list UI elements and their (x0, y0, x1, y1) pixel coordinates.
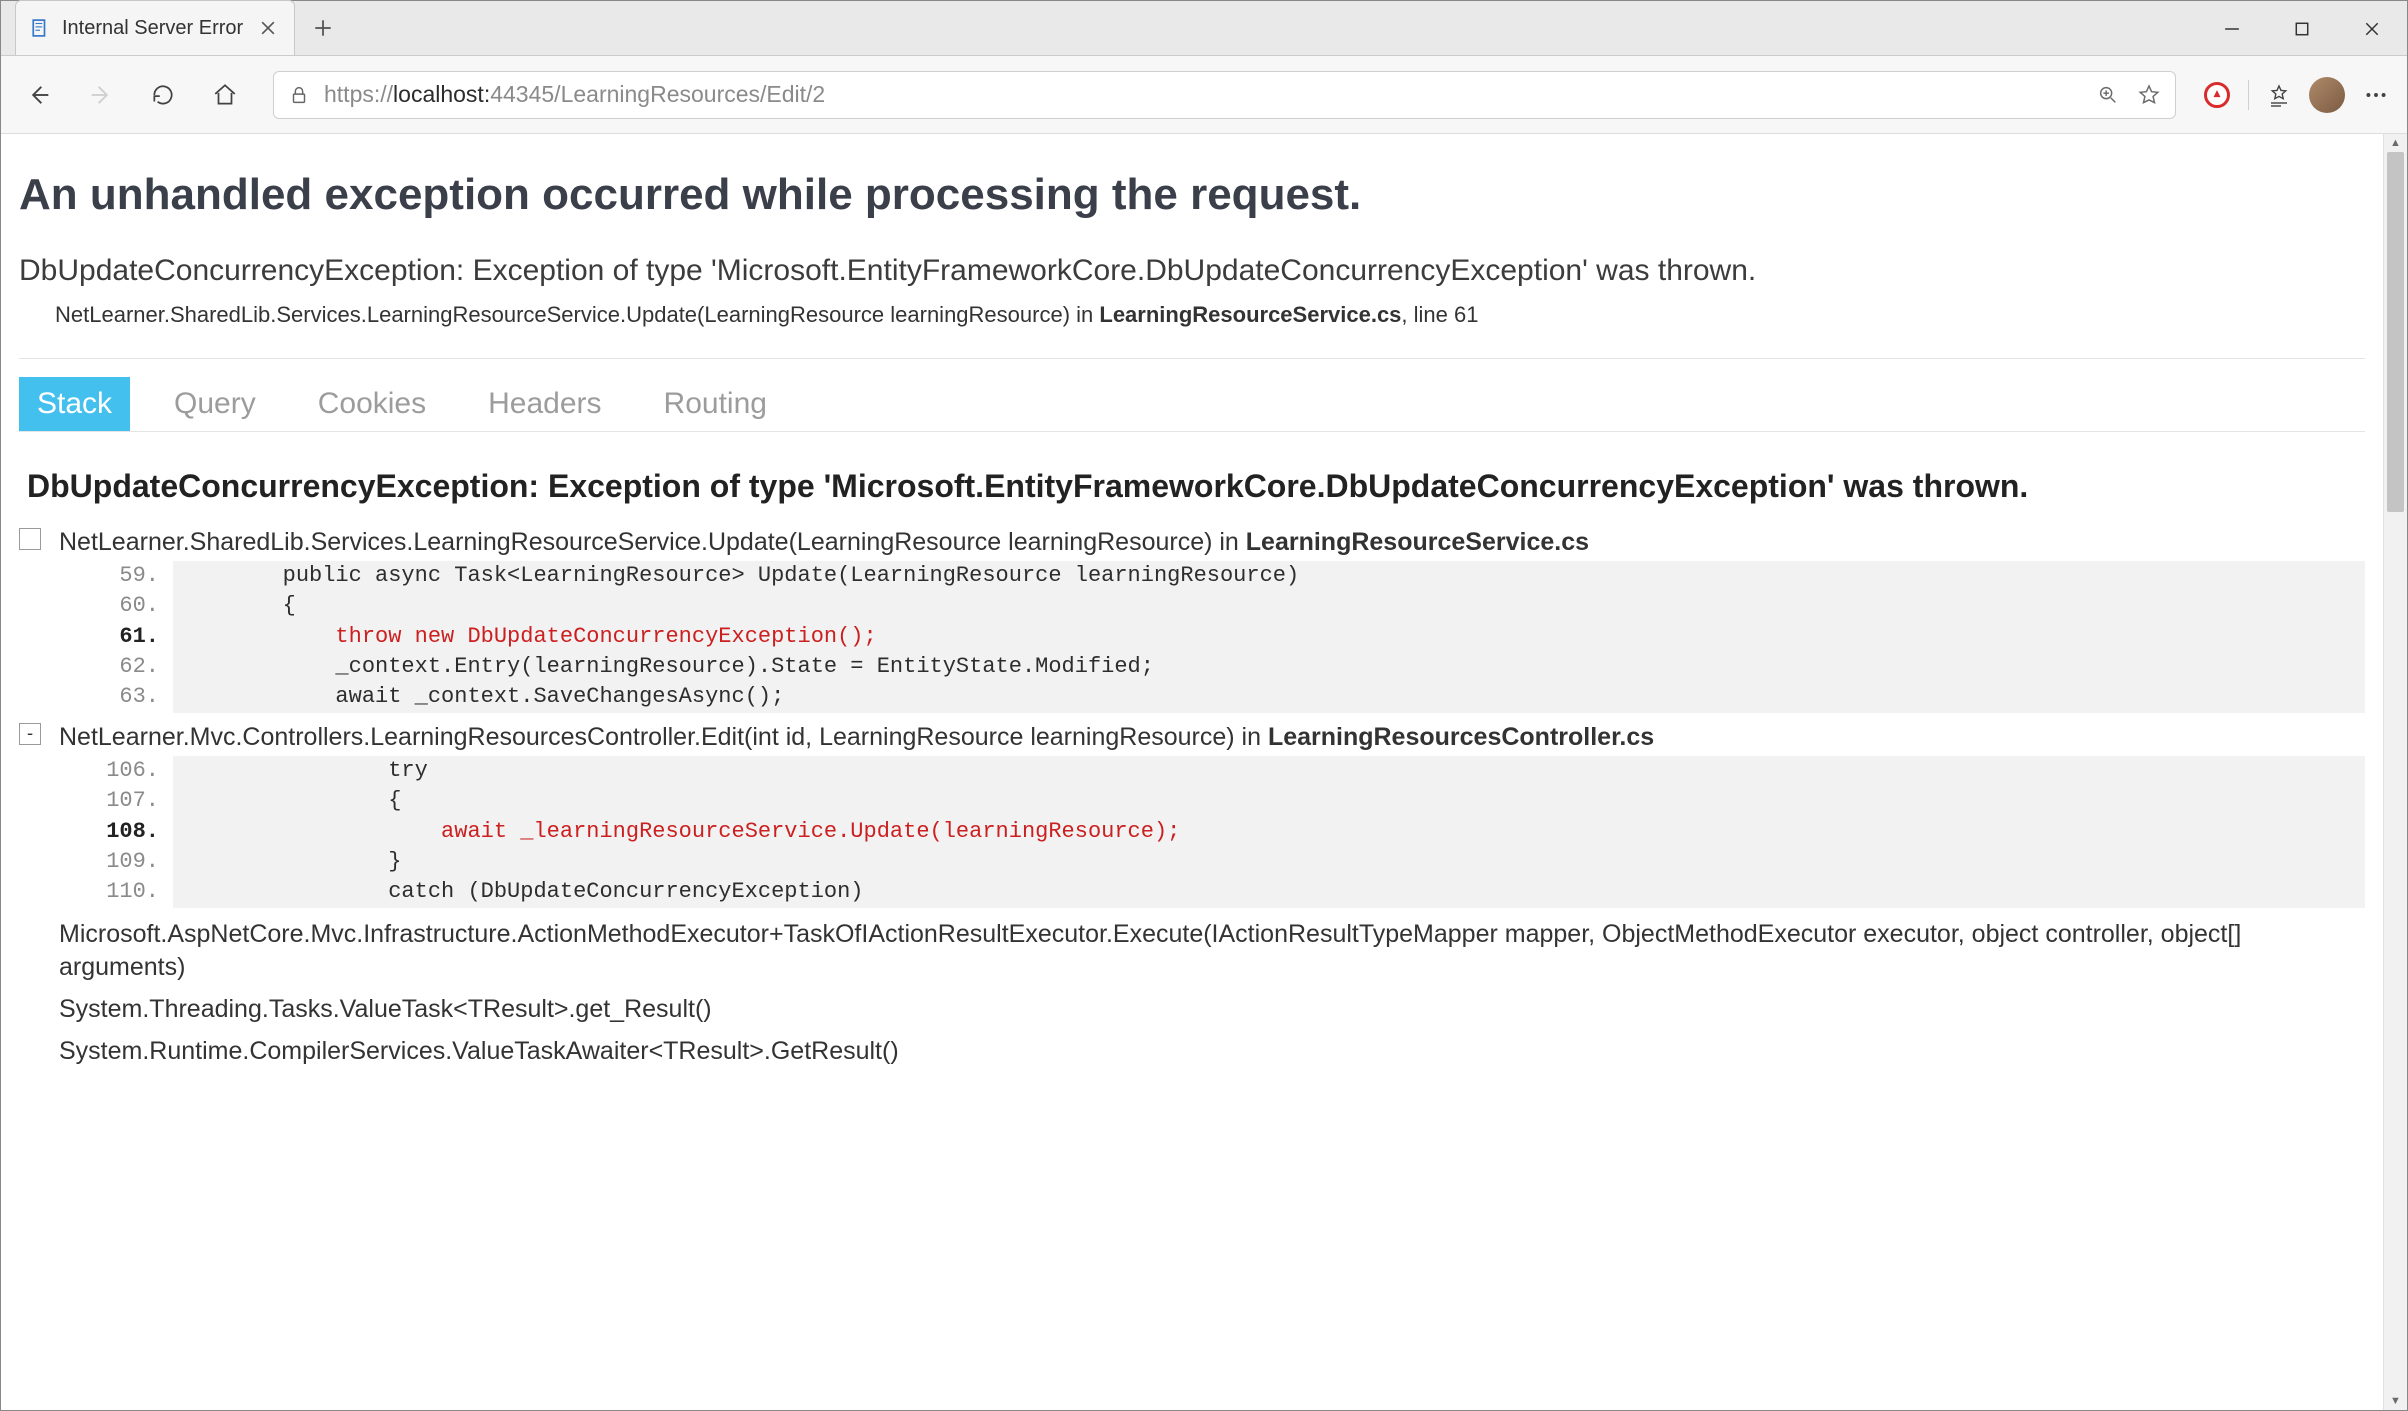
extension-icon[interactable] (2204, 82, 2230, 108)
scrollbar-thumb[interactable] (2387, 152, 2404, 512)
address-bar[interactable]: https://localhost:44345/LearningResource… (273, 71, 2176, 119)
home-button[interactable] (205, 75, 245, 115)
toolbar: https://localhost:44345/LearningResource… (1, 56, 2407, 134)
code-line: 63. await _context.SaveChangesAsync(); (103, 682, 2365, 712)
frame-header[interactable]: NetLearner.SharedLib.Services.LearningRe… (59, 528, 2365, 557)
exception-summary: DbUpdateConcurrencyException: Exception … (19, 254, 2365, 288)
code-text: } (173, 847, 2365, 877)
vertical-scrollbar[interactable]: ▲ ▼ (2383, 134, 2407, 1410)
code-line: 60. { (103, 591, 2365, 621)
tab-title: Internal Server Error (62, 17, 256, 40)
error-heading: An unhandled exception occurred while pr… (19, 170, 2365, 220)
page-favicon-icon (30, 18, 50, 38)
tab-query[interactable]: Query (156, 377, 274, 431)
line-number: 109. (103, 847, 173, 877)
code-block: 106. try107. {108. await _learningResour… (103, 756, 2365, 908)
code-line: 106. try (103, 756, 2365, 786)
toolbar-divider (2248, 80, 2249, 110)
code-text: { (173, 591, 2365, 621)
code-line: 61. throw new DbUpdateConcurrencyExcepti… (103, 622, 2365, 652)
tab-stack[interactable]: Stack (19, 377, 130, 431)
code-block: 59. public async Task<LearningResource> … (103, 561, 2365, 713)
page-content: An unhandled exception occurred while pr… (1, 134, 2383, 1410)
back-button[interactable] (19, 75, 59, 115)
line-number: 107. (103, 786, 173, 816)
profile-avatar[interactable] (2309, 77, 2345, 113)
code-text: try (173, 756, 2365, 786)
exception-location-prefix: NetLearner.SharedLib.Services.LearningRe… (55, 302, 1099, 327)
new-tab-button[interactable] (295, 0, 350, 55)
more-menu-icon[interactable] (2363, 82, 2389, 108)
detail-tabs: Stack Query Cookies Headers Routing (19, 377, 2365, 432)
frame-toggle[interactable]: - (19, 723, 41, 745)
titlebar: Internal Server Error (1, 1, 2407, 56)
favorites-list-icon[interactable] (2267, 83, 2291, 107)
frame-toggle[interactable] (19, 528, 41, 550)
scroll-up-icon[interactable]: ▲ (2384, 134, 2407, 152)
code-line: 110. catch (DbUpdateConcurrencyException… (103, 877, 2365, 907)
stack-tail: Microsoft.AspNetCore.Mvc.Infrastructure.… (19, 918, 2365, 1069)
toolbar-right (2204, 77, 2389, 113)
window-controls (2197, 1, 2407, 56)
frame-location-prefix: NetLearner.Mvc.Controllers.LearningResou… (59, 723, 1268, 751)
line-number: 110. (103, 877, 173, 907)
stack-frame: -NetLearner.Mvc.Controllers.LearningReso… (59, 723, 2365, 908)
url-text: https://localhost:44345/LearningResource… (324, 81, 825, 108)
line-number: 63. (103, 682, 173, 712)
line-number: 59. (103, 561, 173, 591)
code-line: 108. await _learningResourceService.Upda… (103, 817, 2365, 847)
url-host: localhost: (393, 81, 490, 107)
scroll-down-icon[interactable]: ▼ (2384, 1392, 2407, 1410)
stack-frames: NetLearner.SharedLib.Services.LearningRe… (19, 528, 2365, 908)
exception-location: NetLearner.SharedLib.Services.LearningRe… (55, 302, 2365, 328)
separator (19, 358, 2365, 359)
line-number: 108. (103, 817, 173, 847)
line-number: 60. (103, 591, 173, 621)
line-number: 62. (103, 652, 173, 682)
favorite-icon[interactable] (2137, 83, 2161, 107)
viewport: An unhandled exception occurred while pr… (1, 134, 2407, 1410)
frame-location-prefix: NetLearner.SharedLib.Services.LearningRe… (59, 528, 1246, 556)
code-text: catch (DbUpdateConcurrencyException) (173, 877, 2365, 907)
tab-routing[interactable]: Routing (646, 377, 785, 431)
code-line: 109. } (103, 847, 2365, 877)
stack-frame: NetLearner.SharedLib.Services.LearningRe… (59, 528, 2365, 713)
code-line: 62. _context.Entry(learningResource).Sta… (103, 652, 2365, 682)
frame-location-file: LearningResourceService.cs (1246, 528, 1589, 556)
exception-detail-heading: DbUpdateConcurrencyException: Exception … (27, 466, 2365, 506)
forward-button[interactable] (81, 75, 121, 115)
tab-close-button[interactable] (256, 16, 280, 40)
stack-line: Microsoft.AspNetCore.Mvc.Infrastructure.… (59, 918, 2365, 986)
line-number: 106. (103, 756, 173, 786)
code-text: { (173, 786, 2365, 816)
stack-line: System.Threading.Tasks.ValueTask<TResult… (59, 993, 2365, 1027)
code-text: await _context.SaveChangesAsync(); (173, 682, 2365, 712)
tab-headers[interactable]: Headers (470, 377, 619, 431)
code-line: 107. { (103, 786, 2365, 816)
browser-window: Internal Server Error (0, 0, 2408, 1411)
stack-line: System.Runtime.CompilerServices.ValueTas… (59, 1035, 2365, 1069)
code-text: throw new DbUpdateConcurrencyException()… (173, 622, 2365, 652)
window-close-button[interactable] (2337, 1, 2407, 56)
window-maximize-button[interactable] (2267, 1, 2337, 56)
refresh-button[interactable] (143, 75, 183, 115)
exception-location-file: LearningResourceService.cs (1099, 302, 1401, 327)
lock-icon (288, 84, 310, 106)
exception-location-suffix: , line 61 (1401, 302, 1478, 327)
frame-location-file: LearningResourcesController.cs (1268, 723, 1654, 751)
frame-header[interactable]: NetLearner.Mvc.Controllers.LearningResou… (59, 723, 2365, 752)
browser-tab[interactable]: Internal Server Error (15, 0, 295, 55)
addressbar-right (2097, 83, 2161, 107)
code-line: 59. public async Task<LearningResource> … (103, 561, 2365, 591)
url-path: 44345/LearningResources/Edit/2 (490, 81, 825, 107)
zoom-icon[interactable] (2097, 84, 2119, 106)
window-minimize-button[interactable] (2197, 1, 2267, 56)
code-text: public async Task<LearningResource> Upda… (173, 561, 2365, 591)
url-scheme: https:// (324, 81, 393, 107)
code-text: _context.Entry(learningResource).State =… (173, 652, 2365, 682)
line-number: 61. (103, 622, 173, 652)
tab-cookies[interactable]: Cookies (300, 377, 444, 431)
code-text: await _learningResourceService.Update(le… (173, 817, 2365, 847)
